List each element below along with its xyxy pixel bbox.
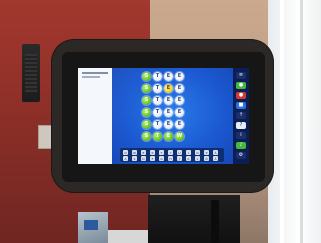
- keyboard-key[interactable]: Y: [168, 150, 173, 155]
- photo-scene: STEESTEESTEESTEESTEESTEW QWERTYUIOPÅASDF…: [0, 0, 321, 243]
- letter-tile: E: [164, 120, 173, 129]
- left-panel: [78, 68, 112, 164]
- keyboard-key[interactable]: S: [132, 156, 137, 161]
- red-icon[interactable]: ●: [236, 92, 246, 99]
- letter-tile: W: [175, 132, 184, 141]
- letter-tile: T: [153, 132, 162, 141]
- sound-icon[interactable]: ♪: [236, 142, 246, 149]
- window-frame: [280, 0, 284, 243]
- info-icon[interactable]: i: [236, 132, 246, 139]
- letter-tile: E: [175, 72, 184, 81]
- letter-tile: S: [142, 72, 151, 81]
- letter-tile: T: [153, 96, 162, 105]
- letter-tile: S: [142, 120, 151, 129]
- arrow-icon[interactable]: ↑: [236, 112, 246, 119]
- wall-speaker: [22, 44, 40, 102]
- keyboard-key[interactable]: G: [159, 156, 164, 161]
- help-icon[interactable]: ?: [236, 122, 246, 129]
- letter-tile: E: [164, 108, 173, 117]
- letter-tile: S: [142, 96, 151, 105]
- letter-tile: E: [164, 96, 173, 105]
- menu-icon[interactable]: ≡: [236, 72, 246, 79]
- floor-box: [78, 212, 108, 243]
- letter-tile: E: [175, 108, 184, 117]
- game-screen[interactable]: STEESTEESTEESTEESTEESTEW QWERTYUIOPÅASDF…: [78, 68, 249, 164]
- keyboard-key[interactable]: Ä: [213, 156, 218, 161]
- panel-header-line: [82, 72, 108, 74]
- keyboard-key[interactable]: Å: [213, 150, 218, 155]
- keyboard-key[interactable]: Q: [123, 150, 128, 155]
- kiosk-stand-leg: [211, 200, 219, 243]
- keyboard-key[interactable]: P: [204, 150, 209, 155]
- floor-object: [108, 230, 148, 243]
- window: [268, 0, 321, 243]
- settings-icon[interactable]: ⚙: [236, 152, 246, 159]
- blue-icon[interactable]: ■: [236, 102, 246, 109]
- letter-tile: S: [142, 108, 151, 117]
- keyboard-key[interactable]: H: [168, 156, 173, 161]
- panel-header-line: [82, 76, 100, 78]
- letter-tile: T: [153, 84, 162, 93]
- window-mullion: [300, 0, 303, 243]
- letter-tile: T: [153, 120, 162, 129]
- letter-tile: S: [142, 132, 151, 141]
- onscreen-keyboard[interactable]: QWERTYUIOPÅ ASDFGHJKLÖÄ: [120, 148, 224, 162]
- keyboard-key[interactable]: I: [186, 150, 191, 155]
- right-toolbar: ≡ ● ● ■ ↑? i ♪ ⚙: [233, 68, 249, 164]
- keyboard-key[interactable]: K: [186, 156, 191, 161]
- keyboard-key[interactable]: D: [141, 156, 146, 161]
- letter-tile: E: [164, 84, 173, 93]
- letter-tile: E: [175, 120, 184, 129]
- green-icon[interactable]: ●: [236, 82, 246, 89]
- keyboard-key[interactable]: W: [132, 150, 137, 155]
- keyboard-key[interactable]: L: [195, 156, 200, 161]
- keyboard-key[interactable]: O: [195, 150, 200, 155]
- keyboard-key[interactable]: T: [159, 150, 164, 155]
- game-area: STEESTEESTEESTEESTEESTEW QWERTYUIOPÅASDF…: [112, 68, 233, 164]
- keyboard-key[interactable]: U: [177, 150, 182, 155]
- letter-tile: T: [153, 72, 162, 81]
- letter-tile: E: [164, 72, 173, 81]
- keyboard-key[interactable]: A: [123, 156, 128, 161]
- keyboard-key[interactable]: Ö: [204, 156, 209, 161]
- letter-tile: E: [175, 84, 184, 93]
- letter-tile: E: [164, 132, 173, 141]
- kiosk-stand: [148, 195, 240, 243]
- keyboard-key[interactable]: J: [177, 156, 182, 161]
- letter-tile: S: [142, 84, 151, 93]
- keyboard-key[interactable]: E: [141, 150, 146, 155]
- keyboard-key[interactable]: F: [150, 156, 155, 161]
- letter-tile: T: [153, 108, 162, 117]
- keyboard-key[interactable]: R: [150, 150, 155, 155]
- letter-tile: E: [175, 96, 184, 105]
